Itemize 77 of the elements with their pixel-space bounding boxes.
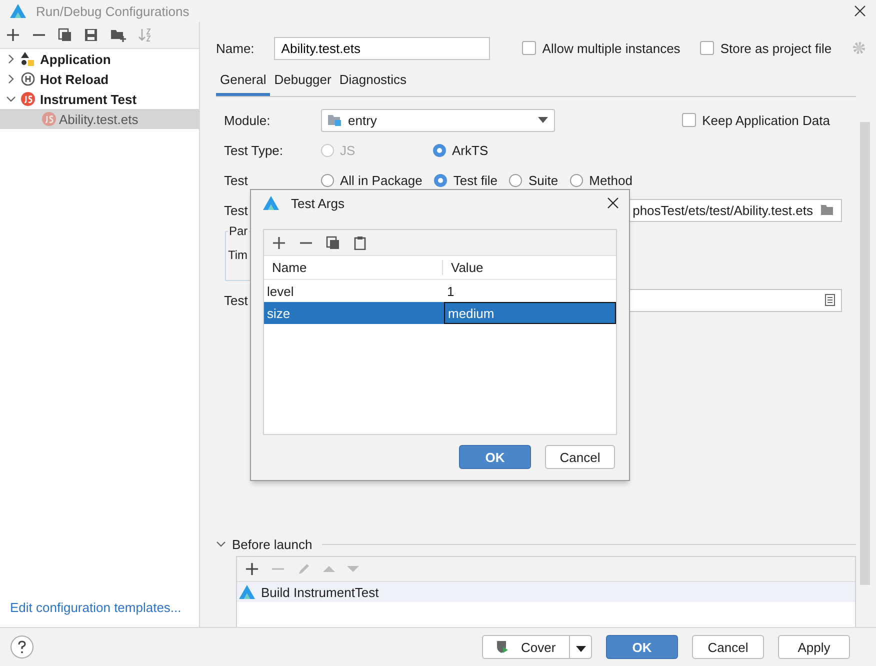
scrollbar-thumb[interactable]: [860, 122, 870, 585]
dialog-button[interactable]: OK: [459, 445, 531, 469]
test-label: Test: [224, 172, 248, 188]
dialog-button[interactable]: Cancel: [545, 445, 615, 469]
group-title: Par: [228, 224, 249, 238]
test-type-label: Test Type:: [224, 142, 284, 158]
edit-templates-link[interactable]: Edit configuration templates...: [0, 600, 182, 627]
radio-button[interactable]: [509, 174, 522, 186]
dialog-button[interactable]: Cancel: [692, 635, 764, 659]
caret-icon: [538, 117, 548, 123]
add-icon[interactable]: [6, 28, 20, 42]
window-title: Run/Debug Configurations: [36, 4, 190, 18]
add-icon[interactable]: [272, 236, 286, 250]
radio-button[interactable]: [570, 174, 584, 186]
tree-item[interactable]: Ability.test.ets: [0, 109, 199, 129]
option-label: Store as project file: [720, 40, 832, 56]
tab[interactable]: Diagnostics: [335, 68, 411, 96]
table-row[interactable]: size medium: [264, 302, 616, 324]
option-label: Allow multiple instances: [542, 40, 680, 56]
column-header[interactable]: Value: [442, 260, 616, 275]
name-label: Name:: [216, 40, 254, 56]
dialog-title: Test Args: [291, 196, 344, 210]
test-label: Test: [224, 292, 248, 308]
tab[interactable]: Debugger: [270, 68, 336, 96]
checkbox[interactable]: [700, 41, 714, 55]
dropdown-button[interactable]: [570, 635, 592, 659]
module-label: Module:: [224, 112, 272, 128]
name-field[interactable]: Ability.test.ets: [274, 36, 490, 60]
folder-add-icon[interactable]: [110, 28, 126, 42]
caret-icon: [576, 646, 586, 652]
radio-button[interactable]: [321, 174, 334, 186]
tree-item[interactable]: Hot Reload: [0, 69, 199, 89]
radio-button[interactable]: [434, 174, 448, 186]
column-header[interactable]: Name: [264, 260, 442, 275]
app-logo-icon: [10, 4, 26, 18]
close-icon[interactable]: [854, 5, 866, 17]
js-badge-icon: [42, 112, 56, 126]
js-badge-icon: [21, 92, 35, 106]
sort-icon[interactable]: [138, 28, 152, 42]
tree-item[interactable]: Instrument Test: [0, 89, 199, 109]
table-row[interactable]: level 1: [264, 280, 616, 302]
dialog-button[interactable]: Apply: [778, 635, 850, 659]
folder-icon[interactable]: [821, 204, 835, 216]
radio-button[interactable]: [433, 144, 446, 156]
checkbox[interactable]: [522, 41, 536, 55]
timeout-label: Tim: [228, 248, 248, 262]
copy-icon[interactable]: [326, 236, 340, 250]
shield-play-icon: [495, 640, 509, 654]
clipboard-icon[interactable]: [353, 236, 367, 250]
module-dropdown[interactable]: entry: [321, 108, 555, 132]
radio-label: All in Package: [340, 172, 422, 188]
radio-label: Test file: [453, 172, 498, 188]
radio-label: Method: [589, 172, 632, 188]
app-logo-icon: [263, 196, 279, 210]
keep-data-label: Keep Application Data: [702, 112, 830, 128]
radio-label: ArkTS: [452, 142, 488, 158]
help-icon[interactable]: [10, 635, 34, 659]
save-icon[interactable]: [84, 28, 98, 42]
shapes-icon: [21, 52, 35, 66]
add-icon[interactable]: [245, 562, 259, 576]
radio-label: Suite: [528, 172, 558, 188]
task-item[interactable]: Build InstrumentTest: [237, 582, 855, 602]
document-icon[interactable]: [825, 294, 835, 306]
close-icon[interactable]: [607, 197, 619, 209]
cover-button[interactable]: Cover: [482, 635, 570, 659]
section-title: Before launch: [232, 536, 312, 552]
h-circle-icon: [21, 72, 35, 86]
copy-icon[interactable]: [58, 28, 72, 42]
chevron-icon[interactable]: [216, 539, 226, 549]
tab[interactable]: General: [216, 68, 270, 96]
radio-label: JS: [340, 142, 356, 158]
module-folder-icon: [328, 114, 342, 126]
triangle-logo-icon: [239, 585, 255, 599]
tree-item[interactable]: Application: [0, 49, 199, 69]
dialog-button[interactable]: OK: [606, 635, 678, 659]
checkbox[interactable]: [682, 113, 696, 127]
test-label: Test: [224, 202, 248, 218]
